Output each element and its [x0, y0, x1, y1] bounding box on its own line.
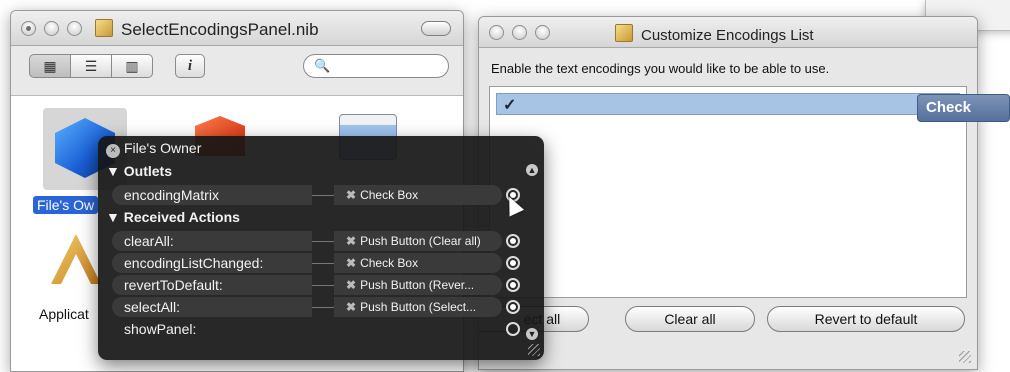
connection-line [312, 263, 334, 264]
nib-window-title: SelectEncodingsPanel.nib [95, 19, 319, 40]
action-row[interactable]: showPanel: [112, 319, 520, 339]
checkmark-icon[interactable]: ✓ [503, 95, 516, 115]
list-view-icon[interactable]: ☰ [70, 54, 112, 78]
action-row[interactable]: revertToDefault: ✖ Push Button (Rever... [112, 275, 520, 295]
window-controls [21, 21, 82, 36]
nib-titlebar: SelectEncodingsPanel.nib [11, 11, 463, 46]
application-icon[interactable] [51, 234, 101, 284]
enc-window-title: Customize Encodings List [615, 24, 814, 44]
action-name: showPanel: [124, 321, 197, 337]
connection-circle[interactable] [506, 278, 520, 292]
action-target[interactable]: ✖ Push Button (Rever... [334, 275, 502, 295]
remove-connection-icon[interactable]: ✖ [346, 300, 356, 314]
nib-file-icon [95, 19, 113, 37]
minimize-button[interactable] [44, 21, 59, 36]
close-button[interactable] [489, 25, 504, 40]
revert-to-default-button[interactable]: Revert to default [767, 306, 965, 332]
info-button[interactable]: i [175, 54, 205, 78]
window-controls [489, 25, 550, 40]
action-name: selectAll: [112, 297, 312, 317]
outlets-header[interactable]: ▼ Outlets [106, 163, 172, 179]
search-field[interactable]: 🔍 [303, 54, 449, 78]
remove-connection-icon[interactable]: ✖ [346, 256, 356, 270]
minimize-button[interactable] [512, 25, 527, 40]
action-row[interactable]: encodingListChanged: ✖ Check Box [112, 253, 520, 273]
zoom-button[interactable] [535, 25, 550, 40]
close-button[interactable] [21, 21, 36, 36]
clear-all-button[interactable]: Clear all [625, 306, 755, 332]
connection-line [312, 241, 334, 242]
close-icon[interactable]: × [106, 144, 120, 158]
outlet-name: encodingMatrix [112, 185, 312, 205]
scroll-up-icon[interactable]: ▲ [526, 164, 538, 176]
remove-connection-icon[interactable]: ✖ [346, 234, 356, 248]
action-name: clearAll: [112, 231, 312, 251]
resize-grip[interactable] [528, 344, 540, 356]
zoom-button[interactable] [67, 21, 82, 36]
action-name: encodingListChanged: [112, 253, 312, 273]
column-view-icon[interactable]: ▥ [111, 54, 153, 78]
connection-line [312, 307, 334, 308]
action-name: revertToDefault: [112, 275, 312, 295]
action-target[interactable]: ✖ Push Button (Clear all) [334, 231, 502, 251]
action-row[interactable]: selectAll: ✖ Push Button (Select... [112, 297, 520, 317]
outlet-target[interactable]: ✖ Check Box [334, 185, 502, 205]
action-row[interactable]: clearAll: ✖ Push Button (Clear all) [112, 231, 520, 251]
view-mode-control: ▦ ☰ ▥ [29, 54, 153, 80]
search-icon: 🔍 [314, 58, 331, 73]
files-owner-label[interactable]: File's Ow [33, 196, 99, 214]
check-box-row[interactable]: ✓ [496, 93, 960, 115]
customize-encodings-window: Customize Encodings List Enable the text… [478, 16, 978, 370]
enc-contents: Enable the text encodings you would like… [479, 48, 977, 369]
action-target[interactable]: ✖ Check Box [334, 253, 502, 273]
instruction-text: Enable the text encodings you would like… [491, 61, 830, 76]
connection-circle[interactable] [506, 300, 520, 314]
action-target[interactable]: ✖ Push Button (Select... [334, 297, 502, 317]
panel-title: × File's Owner [106, 140, 201, 158]
check-box-tooltip: Check Box [917, 94, 1010, 141]
connection-circle[interactable] [506, 322, 520, 336]
connection-line [312, 285, 334, 286]
toolbar-toggle-button[interactable] [421, 21, 451, 36]
icon-view-icon[interactable]: ▦ [29, 54, 71, 78]
connection-circle[interactable] [506, 256, 520, 270]
outlet-row[interactable]: encodingMatrix ✖ Check Box [112, 185, 520, 205]
enc-titlebar: Customize Encodings List [479, 17, 977, 48]
connections-panel: × File's Owner ▲ ▼ ▼ Outlets encodingMatr… [98, 136, 544, 360]
scroll-down-icon[interactable]: ▼ [526, 328, 538, 340]
connection-line [312, 195, 334, 196]
application-label[interactable]: Applicat [39, 306, 89, 322]
resize-grip[interactable] [959, 351, 971, 363]
remove-connection-icon[interactable]: ✖ [346, 278, 356, 292]
panel-icon [615, 24, 633, 42]
connection-circle[interactable] [506, 234, 520, 248]
remove-connection-icon[interactable]: ✖ [346, 188, 356, 202]
encodings-list[interactable]: ✓ [489, 86, 967, 298]
button-bar: ect all Clear all Revert to default [479, 306, 977, 336]
received-actions-header[interactable]: ▼ Received Actions [106, 209, 240, 225]
